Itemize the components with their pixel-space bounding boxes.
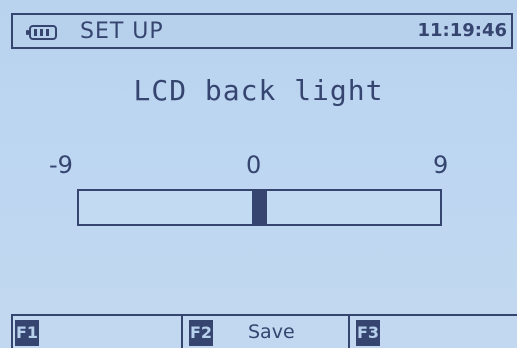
scale-mid-label: 0 xyxy=(246,151,262,179)
f2-key[interactable]: F2 xyxy=(189,320,213,346)
function-key-bar: F1 F2 Save F3 xyxy=(11,314,517,348)
backlight-slider[interactable] xyxy=(77,189,442,226)
save-label: Save xyxy=(248,321,295,343)
scale-min-label: -9 xyxy=(49,151,73,179)
screen-title: SET UP xyxy=(80,19,164,44)
scale-max-label: 9 xyxy=(433,151,449,179)
battery-level-bar xyxy=(46,29,49,36)
battery-level-bar xyxy=(34,29,37,36)
divider xyxy=(348,316,350,348)
f3-key[interactable]: F3 xyxy=(356,320,380,346)
header-bar: SET UP 11:19:46 xyxy=(11,13,513,49)
battery-level-bar xyxy=(40,29,43,36)
clock: 11:19:46 xyxy=(417,20,507,41)
divider xyxy=(181,316,183,348)
lcd-screen: SET UP 11:19:46 LCD back light -9 0 9 F1… xyxy=(0,0,517,348)
f1-key[interactable]: F1 xyxy=(15,320,39,346)
setting-name: LCD back light xyxy=(133,74,384,107)
slider-thumb[interactable] xyxy=(252,191,267,224)
battery-icon xyxy=(26,25,57,40)
